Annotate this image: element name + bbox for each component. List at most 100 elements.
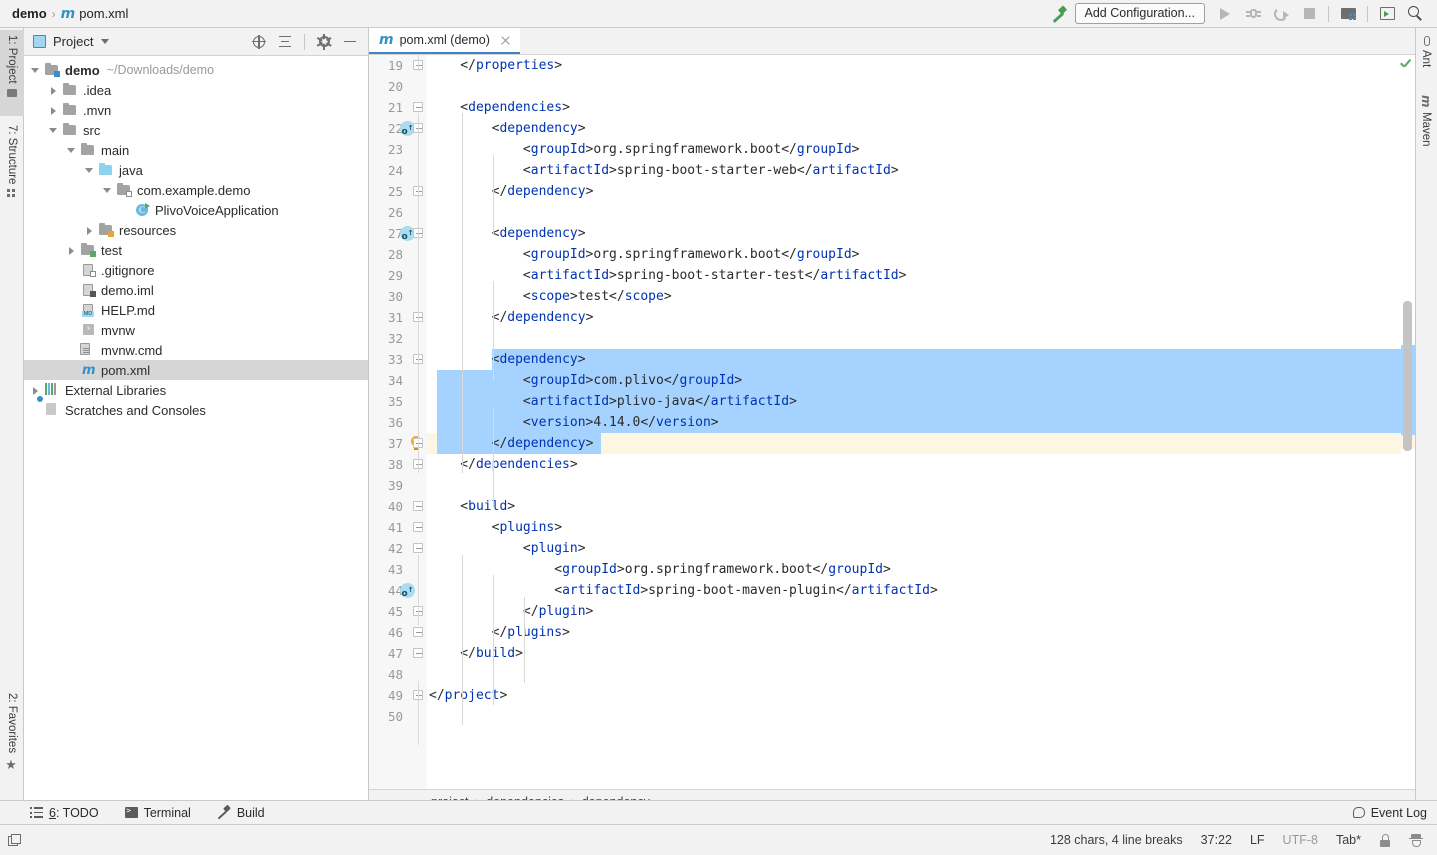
search-everywhere-button[interactable] bbox=[1401, 1, 1429, 27]
code-line-41[interactable]: 41 <plugins> bbox=[369, 517, 1415, 538]
tree-expand-arrow[interactable] bbox=[48, 125, 59, 136]
status-bar-left[interactable] bbox=[0, 834, 22, 847]
code-line-19[interactable]: 19 </properties> bbox=[369, 55, 1415, 76]
line-separator[interactable]: LF bbox=[1250, 833, 1265, 847]
code-line-44[interactable]: 44o↑ <artifactId>spring-boot-maven-plugi… bbox=[369, 580, 1415, 601]
code-line-28[interactable]: 28 <groupId>org.springframework.boot</gr… bbox=[369, 244, 1415, 265]
tree-expand-arrow[interactable] bbox=[66, 265, 77, 276]
tree-expand-arrow[interactable] bbox=[66, 145, 77, 156]
maven-dependency-gutter-icon[interactable]: o↑ bbox=[400, 583, 415, 598]
close-icon[interactable] bbox=[500, 35, 511, 46]
code-line-45[interactable]: 45 </plugin> bbox=[369, 601, 1415, 622]
tree-item-pom-xml[interactable]: mpom.xml bbox=[24, 360, 368, 380]
code-line-48[interactable]: 48 bbox=[369, 664, 1415, 685]
tree-item-test[interactable]: test bbox=[24, 240, 368, 260]
code-line-37[interactable]: 37 </dependency> bbox=[369, 433, 1415, 454]
locate-file-button[interactable] bbox=[247, 30, 271, 54]
no-errors-checkmark-icon[interactable] bbox=[1399, 58, 1412, 71]
inspection-profile-icon[interactable] bbox=[1409, 834, 1423, 847]
event-log-button[interactable]: Event Log bbox=[1353, 806, 1437, 820]
code-editor[interactable]: 19 </properties>2021 <dependencies>22o↑ … bbox=[369, 55, 1415, 789]
tree-item-com-example-demo[interactable]: com.example.demo bbox=[24, 180, 368, 200]
tree-expand-arrow[interactable] bbox=[66, 285, 77, 296]
tree-expand-arrow[interactable] bbox=[66, 345, 77, 356]
hide-panel-button[interactable] bbox=[338, 30, 362, 54]
code-line-50[interactable]: 50 bbox=[369, 706, 1415, 727]
code-line-34[interactable]: 34 <groupId>com.plivo</groupId> bbox=[369, 370, 1415, 391]
run-anything-button[interactable] bbox=[1373, 1, 1401, 27]
code-line-40[interactable]: 40 <build> bbox=[369, 496, 1415, 517]
tree-expand-arrow[interactable] bbox=[30, 65, 41, 76]
sidebar-item-maven[interactable]: m Maven bbox=[1415, 90, 1437, 168]
tree-item-resources[interactable]: resources bbox=[24, 220, 368, 240]
tree-item-plivovoiceapplication[interactable]: CPlivoVoiceApplication bbox=[24, 200, 368, 220]
tree-item-mvnw-cmd[interactable]: mvnw.cmd bbox=[24, 340, 368, 360]
run-with-coverage-button[interactable] bbox=[1267, 1, 1295, 27]
code-line-38[interactable]: 38 </dependencies> bbox=[369, 454, 1415, 475]
code-line-26[interactable]: 26 bbox=[369, 202, 1415, 223]
sidebar-item-favorites[interactable]: 2: Favorites ★ bbox=[0, 688, 24, 788]
read-only-lock-icon[interactable] bbox=[1379, 834, 1391, 847]
debug-button[interactable] bbox=[1239, 1, 1267, 27]
code-line-32[interactable]: 32 bbox=[369, 328, 1415, 349]
bottom-item-todo[interactable]: 6: TODO bbox=[30, 806, 99, 820]
code-line-24[interactable]: 24 <artifactId>spring-boot-starter-web</… bbox=[369, 160, 1415, 181]
build-project-button[interactable] bbox=[1045, 1, 1073, 27]
tree-item-java[interactable]: java bbox=[24, 160, 368, 180]
code-fold-toggle[interactable] bbox=[413, 627, 423, 637]
windows-icon[interactable] bbox=[8, 834, 22, 847]
sidebar-item-ant[interactable]: Ant bbox=[1415, 30, 1437, 88]
code-line-23[interactable]: 23 <groupId>org.springframework.boot</gr… bbox=[369, 139, 1415, 160]
sidebar-item-project[interactable]: 1: Project bbox=[0, 30, 24, 116]
breadcrumb-project-name[interactable]: demo bbox=[12, 6, 47, 21]
code-fold-toggle[interactable] bbox=[413, 501, 423, 511]
tree-item-demo[interactable]: demo~/Downloads/demo bbox=[24, 60, 368, 80]
code-line-22[interactable]: 22o↑ <dependency> bbox=[369, 118, 1415, 139]
code-line-20[interactable]: 20 bbox=[369, 76, 1415, 97]
code-line-21[interactable]: 21 <dependencies> bbox=[369, 97, 1415, 118]
tree-expand-arrow[interactable] bbox=[30, 405, 41, 416]
code-line-49[interactable]: 49</project> bbox=[369, 685, 1415, 706]
bottom-item-terminal[interactable]: Terminal bbox=[125, 806, 191, 820]
tree-expand-arrow[interactable] bbox=[30, 385, 41, 396]
code-fold-toggle[interactable] bbox=[413, 102, 423, 112]
tree-item-mvnw[interactable]: ›mvnw bbox=[24, 320, 368, 340]
tree-item-demo-iml[interactable]: demo.iml bbox=[24, 280, 368, 300]
tree-expand-arrow[interactable] bbox=[84, 225, 95, 236]
tree-item--gitignore[interactable]: .gitignore bbox=[24, 260, 368, 280]
tree-item-help-md[interactable]: MDHELP.md bbox=[24, 300, 368, 320]
tree-expand-arrow[interactable] bbox=[84, 165, 95, 176]
chevron-down-icon[interactable] bbox=[101, 39, 109, 44]
collapse-all-button[interactable] bbox=[273, 30, 297, 54]
indent-setting[interactable]: Tab* bbox=[1336, 833, 1361, 847]
code-line-35[interactable]: 35 <artifactId>plivo-java</artifactId> bbox=[369, 391, 1415, 412]
tree-expand-arrow[interactable] bbox=[120, 205, 131, 216]
project-structure-button[interactable] bbox=[1334, 1, 1362, 27]
code-line-27[interactable]: 27o↑ <dependency> bbox=[369, 223, 1415, 244]
code-line-46[interactable]: 46 </plugins> bbox=[369, 622, 1415, 643]
tree-expand-arrow[interactable] bbox=[66, 305, 77, 316]
file-encoding[interactable]: UTF-8 bbox=[1283, 833, 1318, 847]
code-line-42[interactable]: 42 <plugin> bbox=[369, 538, 1415, 559]
breadcrumb-file-name[interactable]: pom.xml bbox=[79, 6, 128, 21]
tree-item--mvn[interactable]: .mvn bbox=[24, 100, 368, 120]
code-line-36[interactable]: 36 <version>4.14.0</version> bbox=[369, 412, 1415, 433]
caret-position[interactable]: 37:22 bbox=[1201, 833, 1232, 847]
editor-scrollbar[interactable] bbox=[1401, 55, 1415, 789]
project-tree[interactable]: demo~/Downloads/demo.idea.mvnsrcmainjava… bbox=[24, 56, 368, 420]
tree-item-main[interactable]: main bbox=[24, 140, 368, 160]
code-line-25[interactable]: 25 </dependency> bbox=[369, 181, 1415, 202]
code-fold-toggle[interactable] bbox=[413, 522, 423, 532]
code-line-39[interactable]: 39 bbox=[369, 475, 1415, 496]
code-line-43[interactable]: 43 <groupId>org.springframework.boot</gr… bbox=[369, 559, 1415, 580]
code-line-33[interactable]: 33 <dependency> bbox=[369, 349, 1415, 370]
run-button[interactable] bbox=[1211, 1, 1239, 27]
scrollbar-thumb[interactable] bbox=[1403, 301, 1412, 451]
code-line-31[interactable]: 31 </dependency> bbox=[369, 307, 1415, 328]
stop-button[interactable] bbox=[1295, 1, 1323, 27]
tree-expand-arrow[interactable] bbox=[48, 105, 59, 116]
tree-item-external-libraries[interactable]: External Libraries bbox=[24, 380, 368, 400]
tree-item--idea[interactable]: .idea bbox=[24, 80, 368, 100]
tree-expand-arrow[interactable] bbox=[48, 85, 59, 96]
tree-expand-arrow[interactable] bbox=[102, 185, 113, 196]
